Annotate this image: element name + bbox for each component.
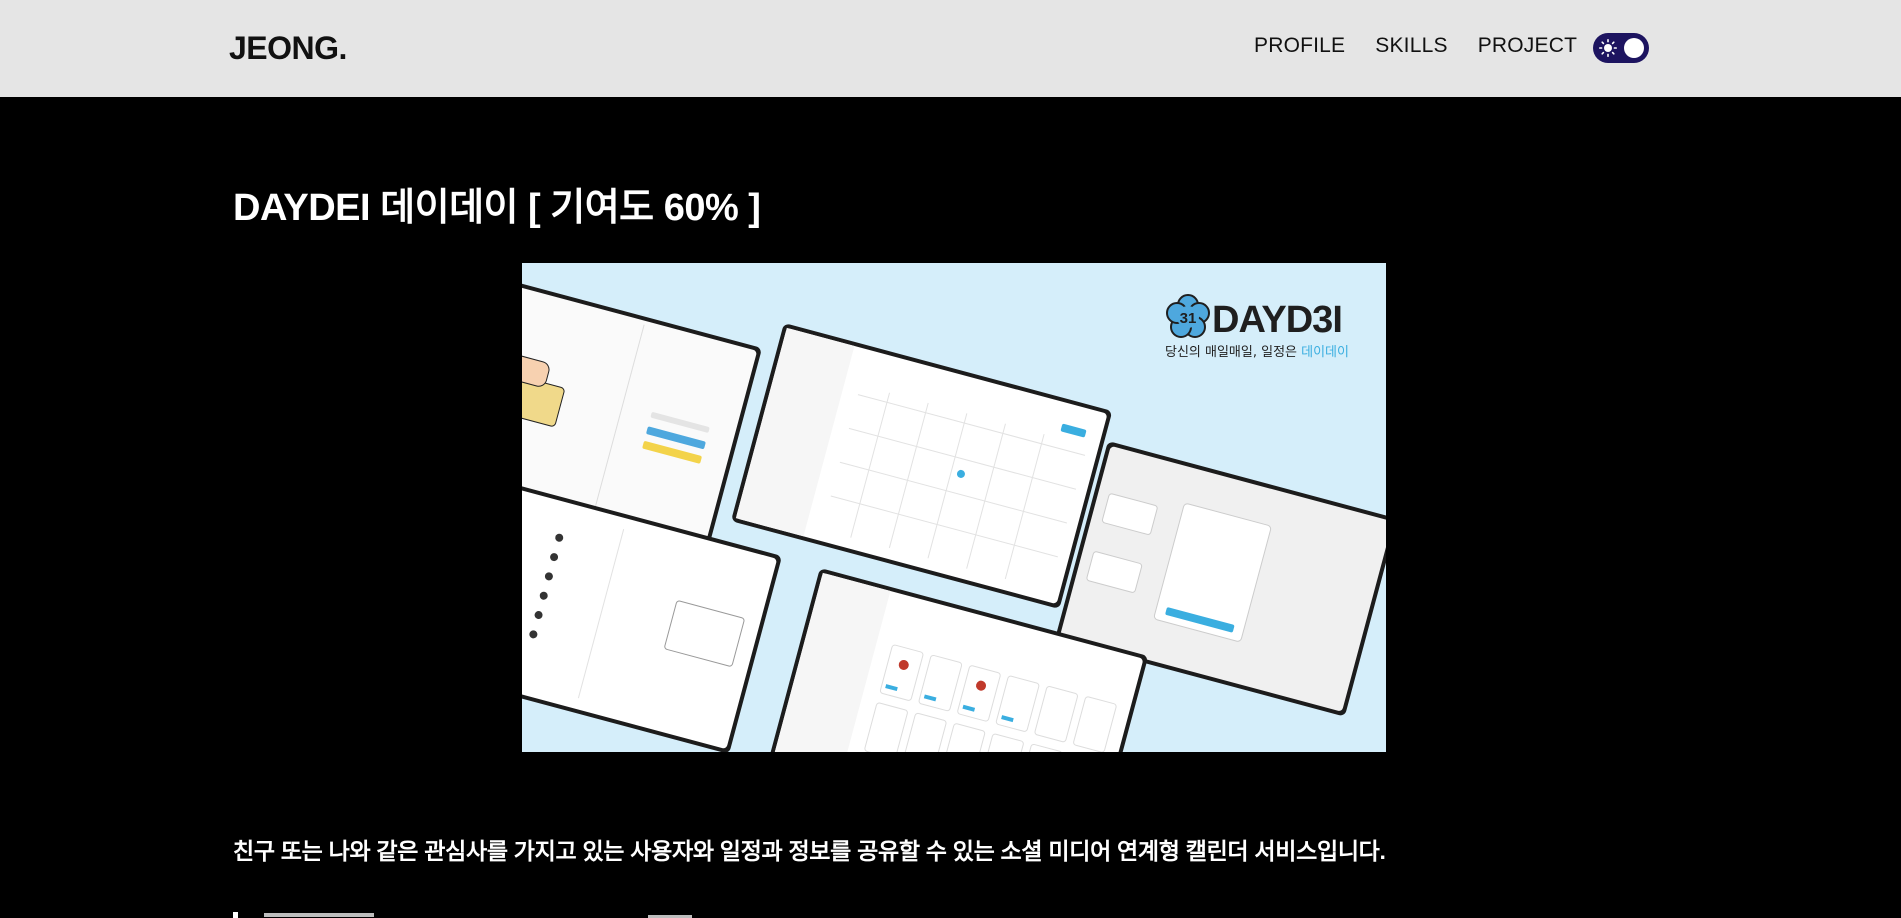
nav-link-skills[interactable]: SKILLS xyxy=(1375,34,1447,58)
nav-link-profile[interactable]: PROFILE xyxy=(1254,34,1345,58)
partial-text-line xyxy=(648,912,692,918)
theme-toggle[interactable] xyxy=(1593,33,1649,63)
toggle-knob xyxy=(1624,38,1644,58)
nav-link-project[interactable]: PROJECT xyxy=(1478,34,1577,58)
site-header: JEONG. PROFILE SKILLS PROJECT xyxy=(0,0,1901,97)
brand-tagline: 당신의 매일매일, 일정은 데이데이 xyxy=(1165,345,1349,360)
sun-icon xyxy=(1599,39,1617,57)
tagline-prefix: 당신의 매일매일, 일정은 xyxy=(1165,345,1297,360)
tagline-highlight: 데이데이 xyxy=(1301,345,1349,360)
project-description: 친구 또는 나와 같은 관심사를 가지고 있는 사용자와 일정과 정보를 공유할… xyxy=(233,838,1386,864)
main-nav: PROFILE SKILLS PROJECT xyxy=(1254,34,1577,58)
partial-text-line xyxy=(264,910,374,918)
logo-badge-text: 31 xyxy=(1180,310,1197,327)
project-title: DAYDEI 데이데이 [ 기여도 60% ] xyxy=(233,187,761,229)
section-marker xyxy=(233,912,238,918)
project-mockup-image: 31 DAYD3I 당신의 매일매일, 일정은 데이데이 xyxy=(522,263,1386,752)
project-screenshot: 31 DAYD3I 당신의 매일매일, 일정은 데이데이 xyxy=(522,263,1386,752)
brand-name: DAYD3I xyxy=(1212,299,1342,341)
site-logo[interactable]: JEONG. xyxy=(229,30,347,67)
